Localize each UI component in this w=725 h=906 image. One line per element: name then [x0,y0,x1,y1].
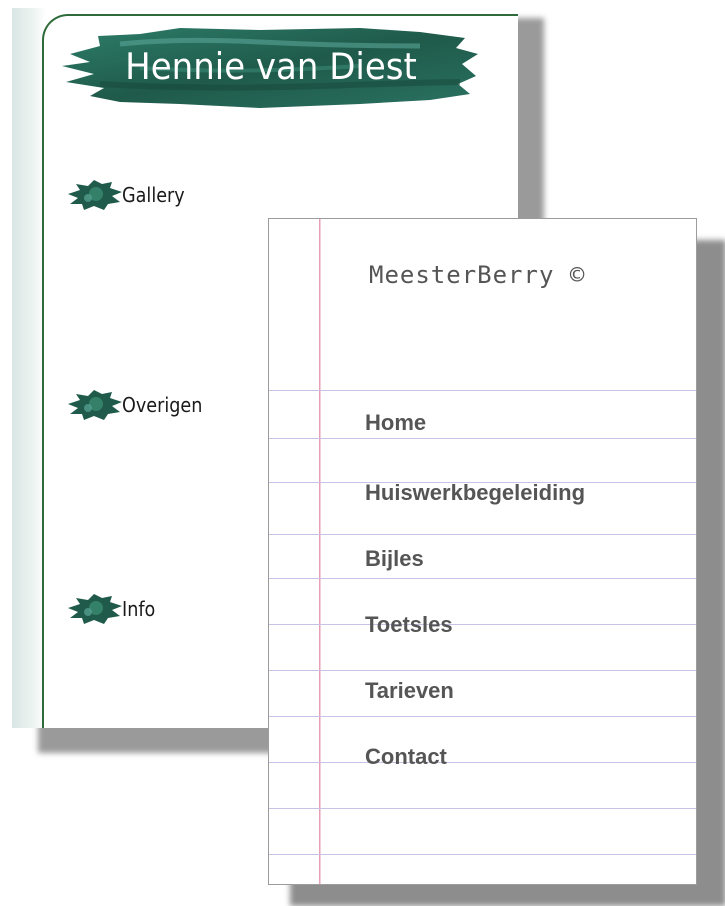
notebook-rule [269,762,696,763]
site-title: Hennie van Diest [125,45,417,89]
nav-label: Info [122,597,156,621]
nav-item-huiswerkbegeleiding[interactable]: Huiswerkbegeleiding [365,480,585,506]
nav-label: Overigen [122,393,203,417]
notebook-rule [269,624,696,625]
brush-blot-icon [68,180,122,210]
nav-label: Gallery [122,183,185,207]
nav-link-overigen[interactable]: Overigen [66,388,213,422]
nav-link-info[interactable]: Info [66,592,160,626]
nav-item-bijles[interactable]: Bijles [365,546,424,572]
notebook-rule [269,808,696,809]
notebook-margin-line [319,219,320,884]
brush-blot-icon [68,390,122,420]
brand-title: MeesterBerry © [369,261,586,289]
notebook-rule [269,534,696,535]
nav-item-tarieven[interactable]: Tarieven [365,678,454,704]
nav-item-contact[interactable]: Contact [365,744,447,770]
brush-blot-icon [68,594,122,624]
notebook-rule [269,438,696,439]
notebook-rule [269,670,696,671]
meesterberry-site-panel: MeesterBerry © Home Huiswerkbegeleiding … [268,218,697,885]
notebook-rule [269,578,696,579]
nav-link-gallery[interactable]: Gallery [66,178,193,212]
notebook-rule [269,854,696,855]
notebook-rule [269,716,696,717]
nav-item-toetsles[interactable]: Toetsles [365,612,453,638]
notebook-rule [269,390,696,391]
nav-item-home[interactable]: Home [365,410,426,436]
